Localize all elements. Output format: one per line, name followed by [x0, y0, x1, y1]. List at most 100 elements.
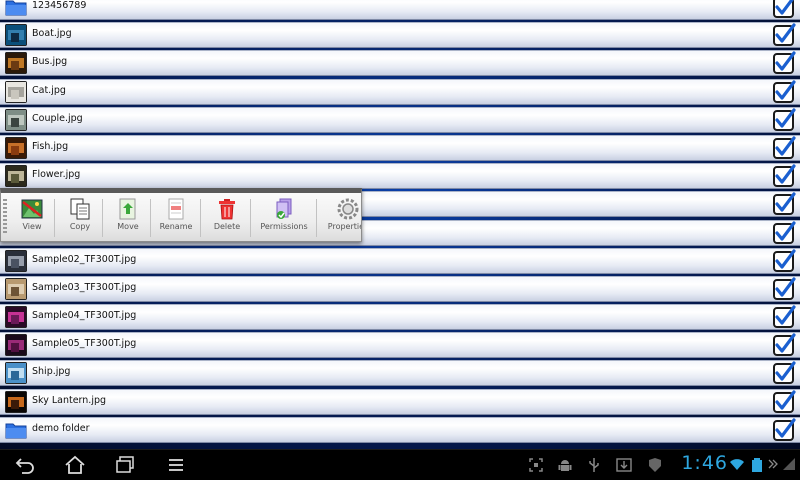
image-thumbnail-icon [5, 362, 27, 385]
file-name: Boat.jpg [32, 28, 72, 40]
image-thumbnail-icon [5, 108, 27, 131]
folder-icon [5, 423, 27, 439]
rename-icon [168, 198, 184, 220]
view-button[interactable]: View [8, 197, 56, 241]
file-select-checkbox[interactable] [772, 390, 796, 414]
file-row[interactable]: 123456789 [0, 0, 800, 20]
file-thumbnail [5, 136, 27, 159]
rename-button[interactable]: Rename [152, 197, 200, 241]
file-name: Flower.jpg [32, 169, 81, 181]
toolbar-separator [150, 199, 151, 237]
view-label: View [22, 222, 42, 231]
file-select-checkbox[interactable] [772, 361, 796, 385]
file-row[interactable]: Couple.jpg [0, 106, 800, 133]
file-row[interactable]: Fish.jpg [0, 134, 800, 161]
toolbar-separator [54, 199, 55, 237]
file-thumbnail [5, 108, 27, 131]
file-name: Ship.jpg [32, 366, 71, 378]
file-row[interactable]: Sample02_TF300T.jpg [0, 247, 800, 274]
image-thumbnail-icon [5, 24, 27, 47]
file-thumbnail [5, 165, 27, 188]
properties-button[interactable]: Properties [323, 197, 361, 241]
file-row[interactable]: Bus.jpg [0, 50, 800, 77]
checked-checkbox-icon [773, 51, 796, 75]
file-row[interactable]: Ship.jpg [0, 360, 800, 387]
copy-button[interactable]: Copy [56, 197, 104, 241]
file-thumbnail [5, 52, 27, 75]
file-thumbnail [5, 249, 27, 272]
file-thumbnail [5, 334, 27, 357]
back-icon[interactable] [14, 455, 36, 475]
signal-icon [783, 458, 795, 470]
file-name: Couple.jpg [32, 112, 83, 124]
checked-checkbox-icon [773, 136, 796, 159]
file-row[interactable]: demo folder [0, 416, 800, 443]
file-select-checkbox[interactable] [772, 23, 796, 47]
file-thumbnail [5, 390, 27, 413]
image-thumbnail-icon [5, 334, 27, 357]
file-select-checkbox[interactable] [772, 333, 796, 357]
recent-apps-icon[interactable] [114, 455, 136, 475]
checked-checkbox-icon [773, 108, 796, 131]
file-name: demo folder [32, 422, 90, 434]
menu-icon[interactable] [166, 455, 186, 475]
file-select-checkbox[interactable] [772, 192, 796, 216]
file-row[interactable]: Cat.jpg [0, 78, 800, 105]
move-label: Move [117, 222, 139, 231]
file-select-checkbox[interactable] [772, 108, 796, 132]
checked-checkbox-icon [773, 164, 796, 188]
file-row[interactable]: Boat.jpg [0, 22, 800, 49]
file-row[interactable]: Sky Lantern.jpg [0, 388, 800, 415]
toolbar-separator [316, 199, 317, 237]
file-row[interactable]: Flower.jpg [0, 163, 800, 190]
checked-checkbox-icon [773, 23, 796, 47]
file-select-checkbox[interactable] [772, 220, 796, 245]
file-select-checkbox[interactable] [772, 136, 796, 160]
file-select-checkbox[interactable] [772, 277, 796, 301]
file-select-checkbox[interactable] [772, 79, 796, 104]
screen: 123456789 Boat.jpg Bus.jpg Cat.jpg Couple.jp… [0, 0, 800, 480]
permissions-button[interactable]: Permissions [255, 197, 313, 241]
android-debug-icon [558, 460, 572, 471]
file-select-checkbox[interactable] [772, 305, 796, 329]
file-row[interactable]: Sample04_TF300T.jpg [0, 304, 800, 331]
image-thumbnail-icon [5, 277, 27, 300]
screen-capture-icon[interactable] [528, 457, 544, 473]
toolbar-separator [200, 199, 201, 237]
file-row[interactable]: Sample03_TF300T.jpg [0, 275, 800, 302]
view-icon [21, 199, 43, 219]
file-select-checkbox[interactable] [772, 249, 796, 273]
checked-checkbox-icon [773, 305, 796, 329]
expand-notifications-icon[interactable] [767, 457, 779, 471]
file-name: Cat.jpg [32, 84, 66, 96]
file-thumbnail [5, 0, 27, 18]
file-select-checkbox[interactable] [772, 0, 796, 19]
delete-button[interactable]: Delete [203, 197, 251, 241]
image-thumbnail-icon [5, 136, 27, 159]
delete-label: Delete [213, 222, 241, 231]
checked-checkbox-icon [773, 418, 796, 441]
file-thumbnail [5, 277, 27, 300]
shield-icon [649, 458, 661, 472]
download-icon [616, 458, 632, 472]
copy-label: Copy [69, 222, 91, 231]
toolbar-grip[interactable] [3, 199, 7, 235]
file-select-checkbox[interactable] [772, 418, 796, 442]
home-icon[interactable] [64, 455, 86, 475]
file-name: Sample03_TF300T.jpg [32, 281, 137, 293]
move-button[interactable]: Move [104, 197, 152, 241]
checked-checkbox-icon [773, 333, 796, 357]
status-clock[interactable]: 1:46 [681, 452, 728, 474]
rename-label: Rename [159, 222, 193, 231]
file-name: Fish.jpg [32, 140, 69, 152]
file-name: Sky Lantern.jpg [32, 394, 107, 406]
image-thumbnail-icon [5, 52, 27, 75]
file-thumbnail [5, 24, 27, 47]
file-select-checkbox[interactable] [772, 51, 796, 75]
checked-checkbox-icon [773, 0, 794, 18]
file-row[interactable]: Sample05_TF300T.jpg [0, 332, 800, 359]
checked-checkbox-icon [773, 361, 796, 385]
copy-icon [70, 198, 90, 220]
file-select-checkbox[interactable] [772, 164, 796, 188]
permissions-label: Permissions [260, 222, 308, 231]
